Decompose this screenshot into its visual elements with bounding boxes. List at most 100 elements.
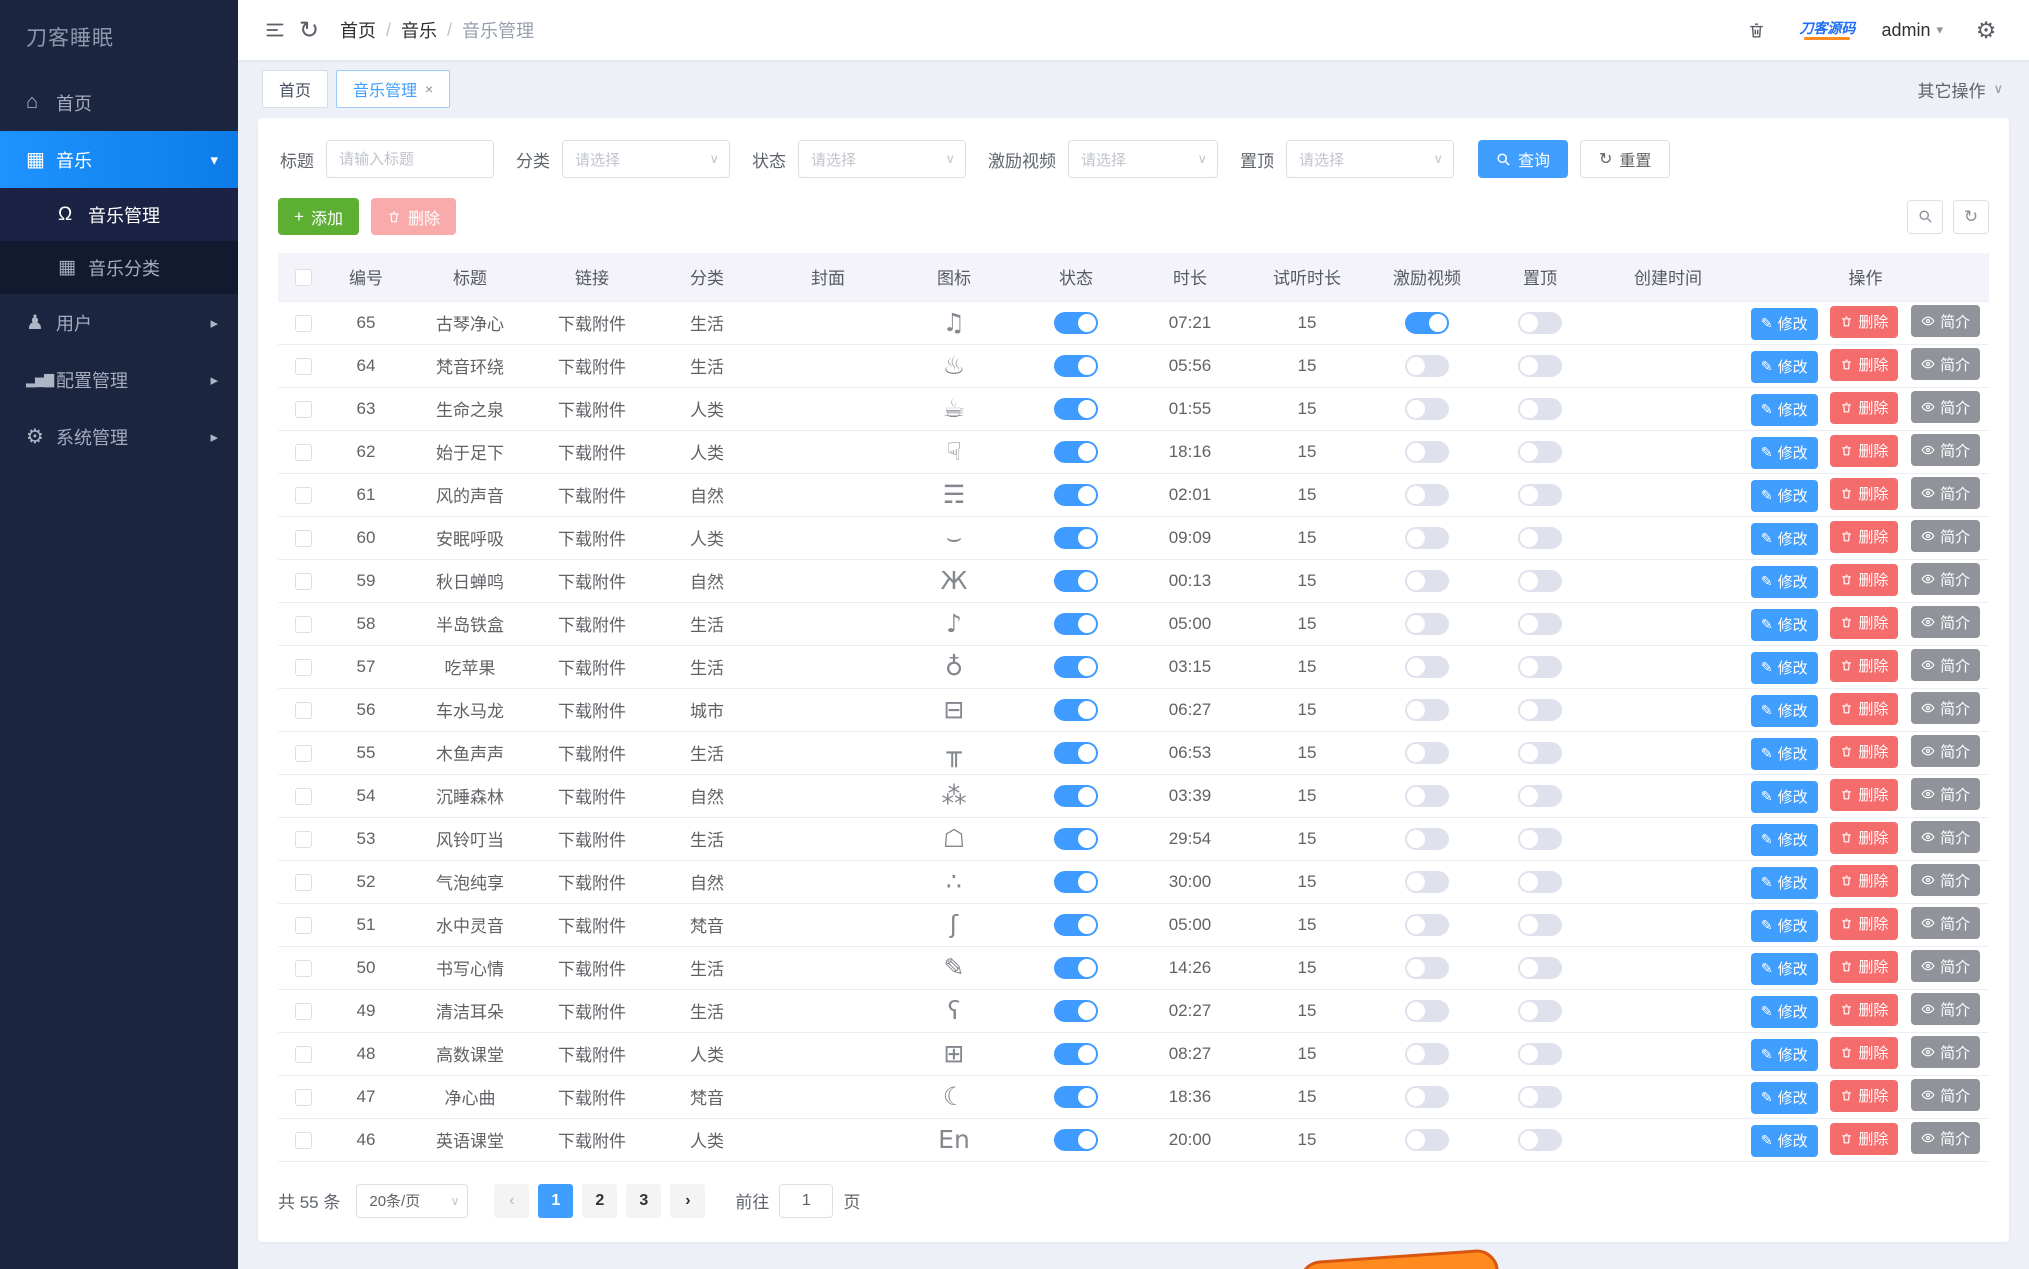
page-button-2[interactable]: 2 xyxy=(582,1183,618,1218)
top-toggle[interactable] xyxy=(1518,784,1562,807)
top-toggle[interactable] xyxy=(1518,612,1562,635)
download-attachment-link[interactable]: 下载附件 xyxy=(558,788,626,807)
reward-video-toggle[interactable] xyxy=(1405,1128,1449,1151)
download-attachment-link[interactable]: 下载附件 xyxy=(558,874,626,893)
edit-button[interactable]: ✎ 修改 xyxy=(1750,737,1818,770)
top-toggle[interactable] xyxy=(1518,698,1562,721)
intro-button[interactable]: 简介 xyxy=(1911,434,1981,467)
delete-button[interactable]: 删除 xyxy=(1830,1036,1899,1069)
delete-button[interactable]: 删除 xyxy=(1830,606,1899,639)
row-checkbox[interactable] xyxy=(294,357,312,375)
download-attachment-link[interactable]: 下载附件 xyxy=(558,1003,626,1022)
table-search-icon[interactable] xyxy=(1907,199,1943,234)
reward-video-toggle[interactable] xyxy=(1405,741,1449,764)
status-toggle[interactable] xyxy=(1054,1128,1098,1151)
edit-button[interactable]: ✎ 修改 xyxy=(1750,952,1818,985)
status-toggle[interactable] xyxy=(1054,397,1098,420)
delete-button[interactable]: 删除 xyxy=(1830,735,1899,768)
edit-button[interactable]: ✎ 修改 xyxy=(1750,780,1818,813)
select-all-checkbox[interactable] xyxy=(294,268,312,286)
reward-video-toggle[interactable] xyxy=(1405,569,1449,592)
delete-button[interactable]: 删除 xyxy=(1830,649,1899,682)
edit-button[interactable]: ✎ 修改 xyxy=(1750,823,1818,856)
status-toggle[interactable] xyxy=(1054,741,1098,764)
more-actions-dropdown[interactable]: 其它操作 ∨ xyxy=(1917,77,2003,102)
row-checkbox[interactable] xyxy=(294,400,312,418)
table-refresh-icon[interactable]: ↻ xyxy=(1953,199,1989,234)
intro-button[interactable]: 简介 xyxy=(1911,1036,1981,1069)
row-checkbox[interactable] xyxy=(294,1045,312,1063)
delete-button[interactable]: 删除 xyxy=(1830,821,1899,854)
category-filter-select[interactable]: 请选择 ∨ xyxy=(562,140,730,178)
delete-button[interactable]: 删除 xyxy=(1830,520,1899,553)
reward-video-toggle[interactable] xyxy=(1405,698,1449,721)
row-checkbox[interactable] xyxy=(294,873,312,891)
intro-button[interactable]: 简介 xyxy=(1911,1079,1981,1112)
edit-button[interactable]: ✎ 修改 xyxy=(1750,608,1818,641)
row-checkbox[interactable] xyxy=(294,744,312,762)
edit-button[interactable]: ✎ 修改 xyxy=(1750,565,1818,598)
top-toggle[interactable] xyxy=(1518,440,1562,463)
intro-button[interactable]: 简介 xyxy=(1911,391,1981,424)
status-toggle[interactable] xyxy=(1054,440,1098,463)
reward-video-toggle[interactable] xyxy=(1405,397,1449,420)
hamburger-icon[interactable] xyxy=(258,13,292,47)
close-icon[interactable]: × xyxy=(425,81,433,97)
reward-video-toggle[interactable] xyxy=(1405,440,1449,463)
intro-button[interactable]: 简介 xyxy=(1911,563,1981,596)
intro-button[interactable]: 简介 xyxy=(1911,907,1981,940)
settings-gear-icon[interactable]: ⚙ xyxy=(1969,13,2003,47)
delete-button[interactable]: 删除 xyxy=(1830,1122,1899,1155)
sidebar-item-music-category[interactable]: ▦ 音乐分类 xyxy=(0,241,238,294)
edit-button[interactable]: ✎ 修改 xyxy=(1750,694,1818,727)
status-toggle[interactable] xyxy=(1054,999,1098,1022)
edit-button[interactable]: ✎ 修改 xyxy=(1750,866,1818,899)
status-toggle[interactable] xyxy=(1054,784,1098,807)
status-toggle[interactable] xyxy=(1054,1042,1098,1065)
top-toggle[interactable] xyxy=(1518,870,1562,893)
top-filter-select[interactable]: 请选择 ∨ xyxy=(1286,140,1454,178)
row-checkbox[interactable] xyxy=(294,916,312,934)
breadcrumb-music[interactable]: 音乐 xyxy=(401,17,437,43)
download-attachment-link[interactable]: 下载附件 xyxy=(558,358,626,377)
status-filter-select[interactable]: 请选择 ∨ xyxy=(798,140,966,178)
top-toggle[interactable] xyxy=(1518,483,1562,506)
row-checkbox[interactable] xyxy=(294,1131,312,1149)
download-attachment-link[interactable]: 下载附件 xyxy=(558,1046,626,1065)
top-toggle[interactable] xyxy=(1518,1042,1562,1065)
edit-button[interactable]: ✎ 修改 xyxy=(1750,651,1818,684)
reward-video-toggle[interactable] xyxy=(1405,956,1449,979)
next-page-button[interactable]: › xyxy=(670,1183,706,1218)
download-attachment-link[interactable]: 下载附件 xyxy=(558,1089,626,1108)
edit-button[interactable]: ✎ 修改 xyxy=(1750,479,1818,512)
row-checkbox[interactable] xyxy=(294,443,312,461)
status-toggle[interactable] xyxy=(1054,569,1098,592)
intro-button[interactable]: 简介 xyxy=(1911,950,1981,983)
row-checkbox[interactable] xyxy=(294,1002,312,1020)
row-checkbox[interactable] xyxy=(294,529,312,547)
top-toggle[interactable] xyxy=(1518,311,1562,334)
status-toggle[interactable] xyxy=(1054,354,1098,377)
status-toggle[interactable] xyxy=(1054,913,1098,936)
tab-music-manage[interactable]: 音乐管理 × xyxy=(336,70,451,108)
top-toggle[interactable] xyxy=(1518,827,1562,850)
intro-button[interactable]: 简介 xyxy=(1911,305,1981,338)
status-toggle[interactable] xyxy=(1054,1085,1098,1108)
row-checkbox[interactable] xyxy=(294,615,312,633)
top-toggle[interactable] xyxy=(1518,956,1562,979)
reward-video-toggle[interactable] xyxy=(1405,354,1449,377)
goto-page-input[interactable] xyxy=(779,1183,834,1218)
top-toggle[interactable] xyxy=(1518,1085,1562,1108)
vendor-logo-image[interactable]: 刀客源码 xyxy=(1799,21,1855,40)
reward-video-toggle[interactable] xyxy=(1405,311,1449,334)
download-attachment-link[interactable]: 下载附件 xyxy=(558,573,626,592)
page-button-1[interactable]: 1 xyxy=(538,1183,574,1218)
edit-button[interactable]: ✎ 修改 xyxy=(1750,1124,1818,1157)
edit-button[interactable]: ✎ 修改 xyxy=(1750,436,1818,469)
top-toggle[interactable] xyxy=(1518,741,1562,764)
reward-video-toggle[interactable] xyxy=(1405,655,1449,678)
status-toggle[interactable] xyxy=(1054,526,1098,549)
sidebar-item-config[interactable]: ▂▅▇ 配置管理 ▸ xyxy=(0,351,238,408)
download-attachment-link[interactable]: 下载附件 xyxy=(558,831,626,850)
download-attachment-link[interactable]: 下载附件 xyxy=(558,315,626,334)
